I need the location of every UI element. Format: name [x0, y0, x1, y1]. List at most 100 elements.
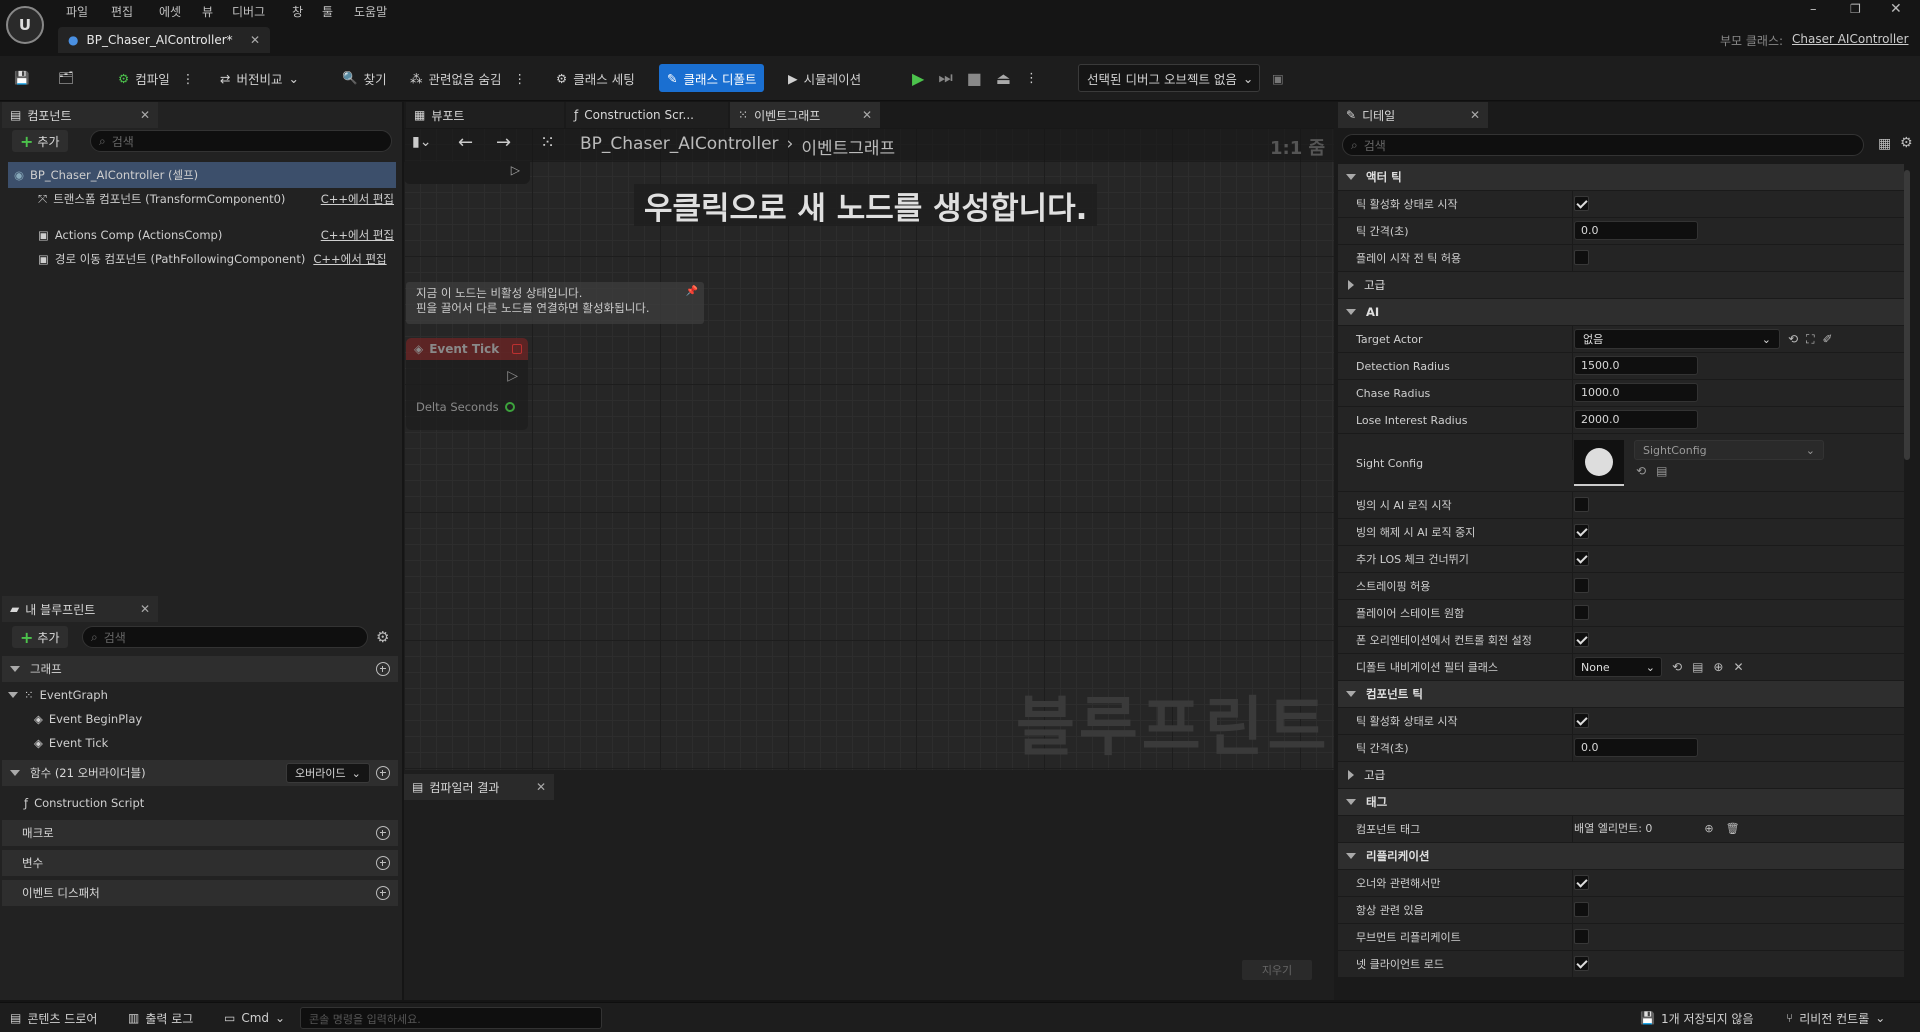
hide-unrelated-button[interactable]: ⁂ 관련없음 숨김 ⋮: [410, 64, 526, 92]
component-tick-interval-input[interactable]: 0.0: [1574, 738, 1698, 757]
tick-interval-input[interactable]: 0.0: [1574, 221, 1698, 240]
gear-icon[interactable]: ⚙: [376, 628, 389, 646]
find-button[interactable]: 🔍 찾기: [342, 64, 387, 92]
blueprint-search-input[interactable]: ⌕ 검색: [82, 626, 368, 648]
save-icon[interactable]: 💾: [14, 64, 30, 92]
component-tick-start-checkbox[interactable]: [1574, 713, 1589, 728]
unreal-logo-icon[interactable]: U: [6, 6, 44, 44]
parent-class-link[interactable]: Chaser AIController: [1792, 32, 1909, 46]
clear-button[interactable]: 지우기: [1242, 960, 1312, 980]
add-function-icon[interactable]: [376, 766, 390, 780]
cmd-dropdown[interactable]: ▭ Cmd ⌄: [224, 1007, 285, 1029]
chase-radius-input[interactable]: 1000.0: [1574, 383, 1698, 402]
component-item[interactable]: ▣ 경로 이동 컴포넌트 (PathFollowingComponent) C++에…: [38, 246, 398, 272]
sight-config-thumbnail[interactable]: [1574, 440, 1624, 486]
component-item[interactable]: ⤧ 트랜스폼 컴포넌트 (TransformComponent0) C++에서 편집: [38, 186, 394, 212]
menu-edit[interactable]: 편집: [111, 3, 159, 20]
event-tick-node[interactable]: ◈ Event Tick ▷ Delta Seconds: [406, 338, 528, 430]
nav-filter-dropdown[interactable]: None ⌄: [1574, 657, 1662, 677]
tags-header[interactable]: 태그: [1338, 789, 1904, 815]
output-log-button[interactable]: ▥ 출력 로그: [128, 1007, 193, 1029]
compiler-results-tab[interactable]: ▤ 컴파일러 결과 ✕: [404, 774, 554, 800]
debug-object-dropdown[interactable]: 선택된 디버그 오브젝트 없음 ⌄: [1078, 64, 1260, 92]
add-component-button[interactable]: + 추가: [12, 130, 68, 152]
diff-button[interactable]: ⇄ 버전비교 ⌄: [220, 64, 299, 92]
ai-header[interactable]: AI: [1338, 299, 1904, 325]
my-blueprint-tab[interactable]: ▰ 내 블루프린트 ✕: [2, 596, 158, 622]
edit-in-cpp-link[interactable]: C++에서 편집: [321, 227, 394, 243]
clear-icon[interactable]: ✕: [1733, 660, 1743, 674]
replication-header[interactable]: 리플리케이션: [1338, 843, 1904, 869]
begin-play-item[interactable]: ◈ Event BeginPlay: [34, 706, 142, 732]
component-item[interactable]: ▣ Actions Comp (ActionsComp) C++에서 편집: [38, 222, 394, 248]
menu-window[interactable]: 창: [292, 3, 322, 20]
construction-script-item[interactable]: ƒ Construction Script: [24, 790, 144, 816]
delta-seconds-pin[interactable]: Delta Seconds: [416, 400, 515, 414]
edit-in-cpp-link[interactable]: C++에서 편집: [313, 251, 386, 267]
step-icon[interactable]: ⏭: [938, 68, 952, 88]
stop-ai-on-unpossess-checkbox[interactable]: [1574, 524, 1589, 539]
close-icon[interactable]: ✕: [1470, 108, 1480, 122]
components-search-input[interactable]: ⌕ 검색: [90, 130, 392, 152]
start-ai-on-possess-checkbox[interactable]: [1574, 497, 1589, 512]
details-scrollbar[interactable]: [1904, 170, 1910, 460]
add-icon[interactable]: ⊕: [1704, 822, 1713, 835]
console-input[interactable]: 콘솔 명령을 입력하세요.: [300, 1007, 602, 1029]
trash-icon[interactable]: 🗑: [1726, 822, 1740, 835]
menu-view[interactable]: 뷰: [202, 3, 232, 20]
pin-icon[interactable]: 📌: [686, 284, 698, 299]
graph-section-header[interactable]: 그래프: [2, 656, 398, 682]
close-icon[interactable]: ✕: [140, 108, 150, 122]
event-graph-item[interactable]: ⁙ EventGraph: [6, 682, 108, 708]
graph-canvas[interactable]: ▮⌄ ← → ⁙ BP_Chaser_AIController › 이벤트그래프 1…: [404, 128, 1334, 770]
more-icon[interactable]: ⋮: [1025, 71, 1038, 86]
component-tick-header[interactable]: 컴포넌트 틱: [1338, 681, 1904, 707]
stop-icon[interactable]: ■: [967, 69, 982, 88]
event-tick-item[interactable]: ◈ Event Tick: [34, 730, 108, 756]
pawn-control-rotation-checkbox[interactable]: [1574, 632, 1589, 647]
skip-los-checkbox[interactable]: [1574, 551, 1589, 566]
node-delegate-pin[interactable]: [512, 344, 522, 354]
simulation-button[interactable]: ▶ 시뮬레이션: [788, 64, 861, 92]
override-dropdown[interactable]: 오버라이드 ⌄: [286, 763, 370, 783]
forward-arrow-icon[interactable]: →: [496, 132, 511, 153]
tab-event-graph[interactable]: ⁙ 이벤트그래프 ✕: [730, 102, 880, 128]
lose-interest-radius-input[interactable]: 2000.0: [1574, 410, 1698, 429]
functions-section-header[interactable]: 함수 (21 오버라이더블) 오버라이드 ⌄: [2, 760, 398, 786]
details-search-input[interactable]: ⌕ 검색: [1342, 134, 1864, 156]
compile-button[interactable]: ⚙ 컴파일 ⋮: [118, 64, 194, 92]
restore-icon[interactable]: ❐: [1850, 2, 1861, 16]
menu-asset[interactable]: 에셋: [159, 3, 202, 20]
back-arrow-icon[interactable]: ←: [458, 132, 473, 153]
sight-config-dropdown[interactable]: SightConfig ⌄: [1634, 440, 1824, 460]
add-variable-icon[interactable]: [376, 856, 390, 870]
close-icon[interactable]: ✕: [536, 780, 546, 794]
play-icon[interactable]: ▶: [912, 69, 924, 88]
always-relevant-checkbox[interactable]: [1574, 902, 1589, 917]
tab-construction-script[interactable]: ƒ Construction Scr...: [566, 102, 728, 128]
variables-section-header[interactable]: 변수: [2, 850, 398, 876]
menu-debug[interactable]: 디버그: [232, 3, 292, 20]
replicate-movement-checkbox[interactable]: [1574, 929, 1589, 944]
tick-before-begin-checkbox[interactable]: [1574, 250, 1589, 265]
gear-icon[interactable]: ⚙: [1900, 135, 1913, 151]
tick-start-enabled-checkbox[interactable]: [1574, 196, 1589, 211]
debug-filter-icon[interactable]: ▣: [1272, 64, 1284, 92]
unsaved-button[interactable]: 💾 1개 저장되지 않음: [1640, 1007, 1754, 1029]
target-actor-dropdown[interactable]: 없음 ⌄: [1574, 329, 1780, 349]
add-icon[interactable]: ⊕: [1713, 660, 1723, 674]
dispatchers-section-header[interactable]: 이벤트 디스패처: [2, 880, 398, 906]
advanced-header[interactable]: 고급: [1338, 272, 1904, 298]
eyedropper-icon[interactable]: ✐: [1822, 332, 1832, 346]
breadcrumb-root[interactable]: BP_Chaser_AIController: [580, 134, 779, 159]
components-tab[interactable]: ▤ 컴포넌트 ✕: [2, 102, 158, 128]
class-defaults-button[interactable]: ✎ 클래스 디폴트: [659, 64, 765, 92]
use-selected-icon[interactable]: ⟲: [1788, 332, 1798, 346]
more-icon[interactable]: ⋮: [182, 71, 195, 86]
tab-viewport[interactable]: ▦ 뷰포트: [406, 102, 564, 128]
use-selected-icon[interactable]: ⟲: [1672, 660, 1682, 674]
advanced-header[interactable]: 고급: [1338, 762, 1904, 788]
pick-actor-icon[interactable]: ⛶: [1806, 332, 1814, 347]
component-item[interactable]: ◉ BP_Chaser_AIController (셀프): [8, 162, 396, 188]
menu-help[interactable]: 도움말: [354, 3, 404, 20]
